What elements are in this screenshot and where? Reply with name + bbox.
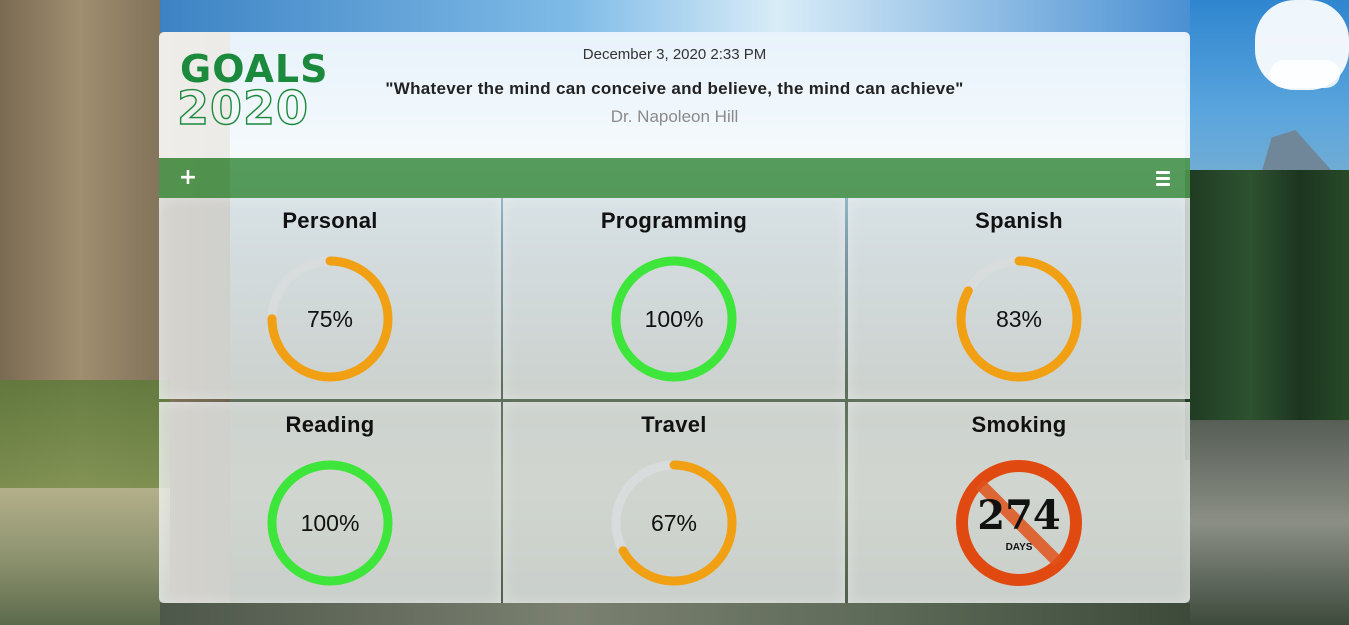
goal-title: Reading: [285, 412, 375, 437]
goal-card-programming[interactable]: Programming 100%: [503, 198, 845, 399]
days-label: DAYS: [1005, 542, 1033, 553]
progress-ring: 83%: [954, 254, 1084, 384]
progress-percent: 100%: [644, 306, 704, 332]
background-sky-strip: [160, 0, 1190, 32]
goal-title: Programming: [600, 208, 748, 233]
plus-icon: +: [178, 165, 198, 190]
progress-ring: 75%: [265, 254, 395, 384]
background-grass: [0, 380, 170, 490]
quote-author: Dr. Napoleon Hill: [610, 107, 739, 126]
header: GOALS 2020 December 3, 2020 2:33 PM "Wha…: [159, 32, 1190, 158]
progress-ring: 100%: [609, 254, 739, 384]
toolbar: +: [159, 158, 1190, 198]
goal-card-smoking[interactable]: Smoking 274 DAYS: [848, 402, 1190, 603]
goal-card-travel[interactable]: Travel 67%: [503, 402, 845, 603]
progress-ring: 100%: [265, 458, 395, 588]
background-trees: [1185, 170, 1349, 460]
goals-grid: Personal 75% Programming 100% Spanish 83…: [159, 198, 1190, 603]
smoke-free-days: 274: [977, 492, 1061, 539]
background-lake: [0, 488, 170, 625]
goal-card-spanish[interactable]: Spanish 83%: [848, 198, 1190, 399]
goals-panel: GOALS 2020 December 3, 2020 2:33 PM "Wha…: [159, 32, 1190, 603]
goal-card-personal[interactable]: Personal 75%: [159, 198, 501, 399]
background-lake-strip: [160, 603, 1190, 625]
progress-percent: 100%: [300, 510, 360, 536]
quote-text: "Whatever the mind can conceive and beli…: [385, 79, 964, 98]
goal-title: Smoking: [971, 412, 1067, 437]
no-smoking-badge: 274 DAYS: [954, 458, 1084, 588]
progress-ring: 67%: [609, 458, 739, 588]
goal-card-reading[interactable]: Reading 100%: [159, 402, 501, 603]
progress-percent: 83%: [995, 306, 1043, 332]
progress-percent: 75%: [306, 306, 354, 332]
menu-button[interactable]: [1150, 165, 1176, 191]
goal-title: Travel: [641, 412, 707, 437]
background-rocks: [1190, 420, 1349, 625]
goal-title: Personal: [282, 208, 378, 233]
current-datetime: December 3, 2020 2:33 PM: [582, 46, 767, 63]
progress-percent: 67%: [650, 510, 698, 536]
background-cloud: [1270, 60, 1340, 88]
add-goal-button[interactable]: +: [175, 165, 201, 191]
goal-title: Spanish: [975, 208, 1063, 233]
